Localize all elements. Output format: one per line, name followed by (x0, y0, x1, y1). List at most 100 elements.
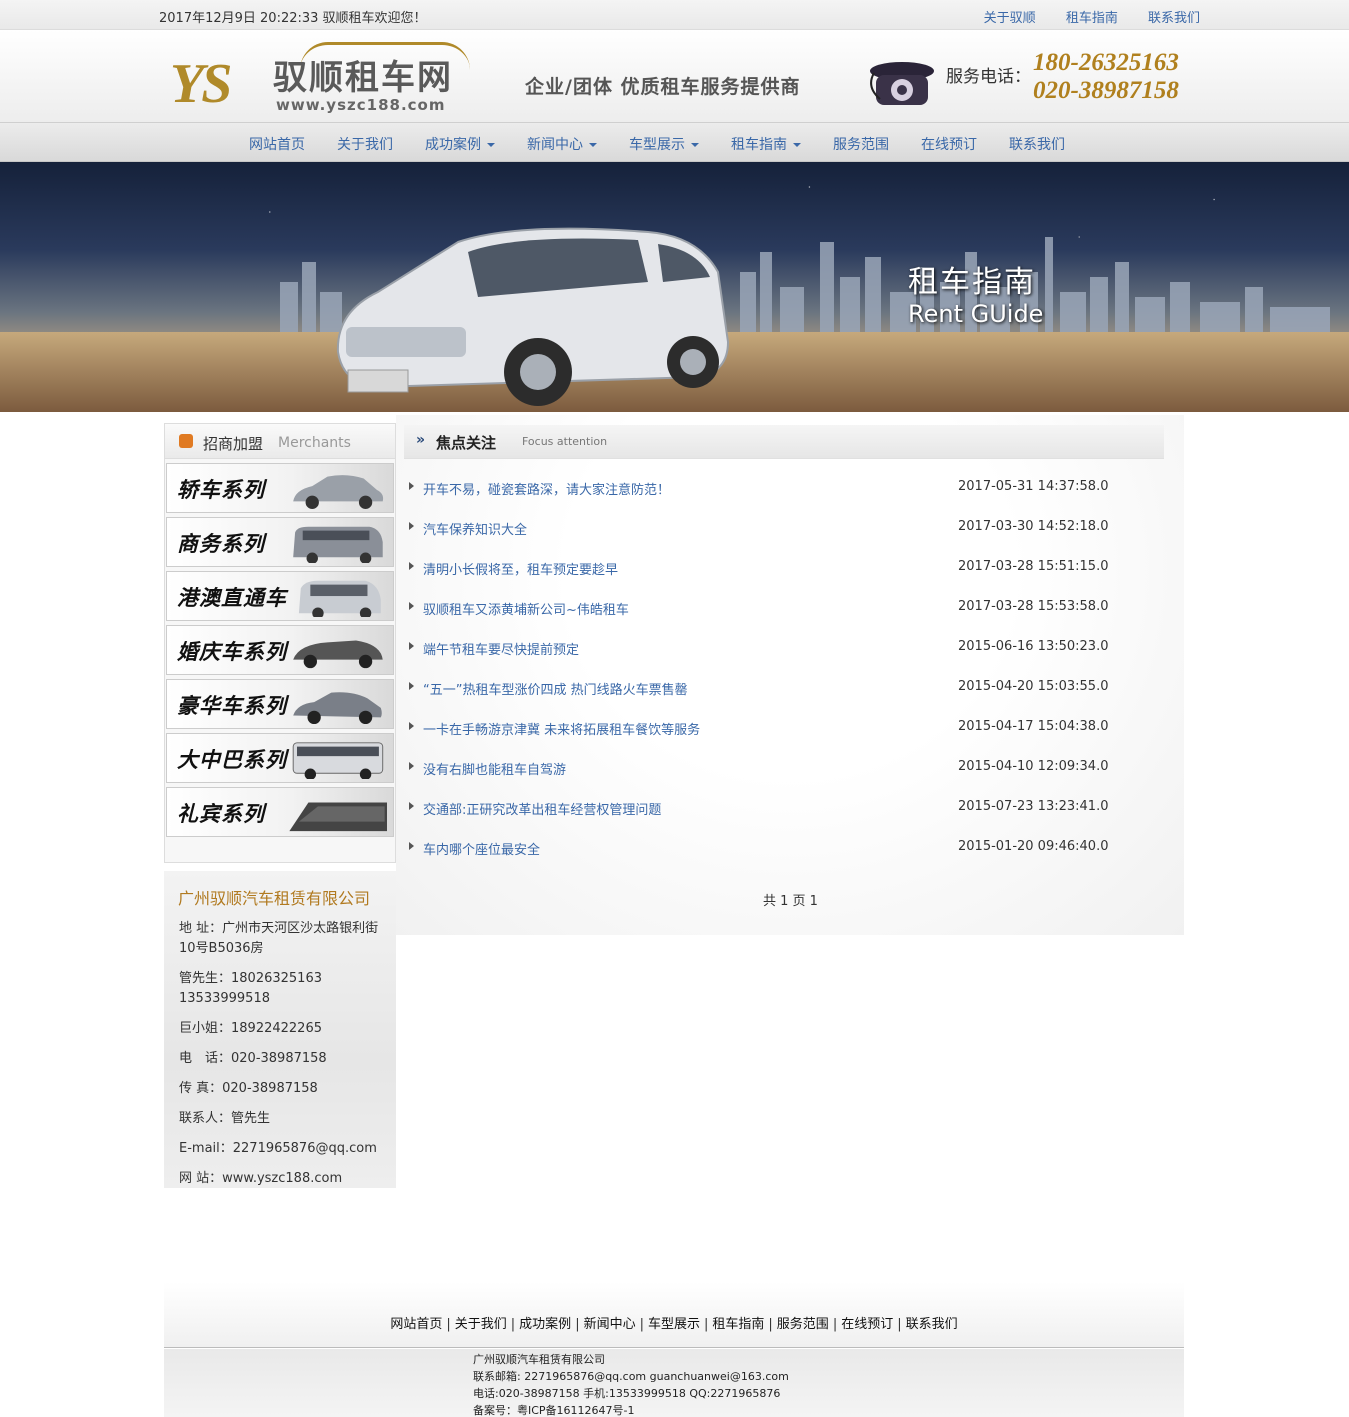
nav-item[interactable]: 租车指南 (731, 134, 801, 154)
footer-info-line: 联系邮箱: 2271965876@qq.com guanchuanwei@163… (473, 1370, 789, 1383)
news-title-link[interactable]: 一卡在手畅游京津冀 未来将拓展租车餐饮等服务 (423, 719, 700, 738)
nav-item-label: 租车指南 (731, 137, 787, 153)
contact-line: 电 话：020-38987158 (179, 1051, 327, 1066)
nav-item[interactable]: 在线预订 (921, 134, 977, 154)
footer-separator: | (639, 1317, 644, 1332)
triangle-bullet-icon (409, 522, 414, 530)
footer-link[interactable]: 关于我们 (455, 1317, 507, 1332)
triangle-bullet-icon (409, 482, 414, 490)
nav-item[interactable]: 服务范围 (833, 134, 889, 154)
contact-line: 网 站：www.yszc188.com (179, 1171, 343, 1186)
footer-link[interactable]: 服务范围 (777, 1317, 829, 1332)
nav-item[interactable]: 联系我们 (1009, 134, 1065, 154)
news-title-link[interactable]: 没有右脚也能租车自驾游 (423, 759, 566, 778)
telephone-icon (870, 62, 934, 105)
triangle-bullet-icon (409, 682, 414, 690)
site-header: YS 驭顺租车网 www.yszc188.com 企业/团体 优质租车服务提供商… (0, 30, 1349, 122)
nav-item[interactable]: 关于我们 (337, 134, 393, 154)
triangle-bullet-icon (409, 642, 414, 650)
news-date: 2017-03-30 14:52:18.0 (958, 519, 1109, 534)
site-logo[interactable]: YS 驭顺租车网 www.yszc188.com (170, 42, 470, 122)
news-list: 开车不易，碰瓷套路深，请大家注意防范！ 2017-05-31 14:37:58.0… (406, 468, 1166, 868)
top-link-about[interactable]: 关于驭顺 (984, 11, 1036, 26)
footer-separator: | (897, 1317, 902, 1332)
car-series-item[interactable]: 商务系列 (166, 517, 394, 567)
car-series-label: 礼宾系列 (177, 802, 265, 826)
footer-info-lines: 广州驭顺汽车租赁有限公司联系邮箱: 2271965876@qq.com guan… (473, 1351, 789, 1417)
contact-box: 广州驭顺汽车租赁有限公司 地 址：广州市天河区沙太路银利街10号B5036房 管先… (164, 871, 396, 1188)
news-title-link[interactable]: 清明小长假将至，租车预定要趁早 (423, 559, 618, 578)
news-title-link[interactable]: 端午节租车要尽快提前预定 (423, 639, 579, 658)
news-header: » 焦点关注 Focus attention (404, 425, 1164, 459)
car-thumbnail-image (292, 742, 384, 779)
nav-item-label: 新闻中心 (527, 137, 583, 153)
news-title-link[interactable]: 汽车保养知识大全 (423, 519, 527, 538)
chat-bubble-icon (179, 434, 193, 448)
car-series-label: 豪华车系列 (177, 694, 287, 718)
footer-link[interactable]: 新闻中心 (584, 1317, 636, 1332)
triangle-bullet-icon (409, 842, 414, 850)
triangle-bullet-icon (409, 802, 414, 810)
car-series-label: 大中巴系列 (177, 748, 287, 772)
nav-item[interactable]: 新闻中心 (527, 134, 597, 154)
car-series-label: 婚庆车系列 (177, 640, 287, 664)
car-series-item[interactable]: 轿车系列 (166, 463, 394, 513)
car-series-item[interactable]: 大中巴系列 (166, 733, 394, 783)
car-thumbnail-image (293, 640, 383, 669)
news-title-link[interactable]: “五一”热租车型涨价四成 热门线路火车票售罄 (423, 679, 688, 698)
news-title-link[interactable]: 车内哪个座位最安全 (423, 839, 540, 858)
welcome-text: 2017年12月9日 20:22:33 驭顺租车欢迎您！ (159, 11, 427, 26)
triangle-bullet-icon (409, 562, 414, 570)
footer-info-line: 广州驭顺汽车租赁有限公司 (473, 1353, 605, 1366)
footer-link[interactable]: 租车指南 (712, 1317, 764, 1332)
news-row: 一卡在手畅游京津冀 未来将拓展租车餐饮等服务 2015-04-17 15:04:3… (406, 708, 1166, 748)
nav-item[interactable]: 车型展示 (629, 134, 699, 154)
news-row: 驭顺租车又添黄埔新公司~伟皓租车 2017-03-28 15:53:58.0 (406, 588, 1166, 628)
news-date: 2015-06-16 13:50:23.0 (958, 639, 1109, 654)
news-row: 交通部:正研究改革出租车经营权管理问题 2015-07-23 13:23:41.0 (406, 788, 1166, 828)
car-series-label: 轿车系列 (177, 478, 265, 502)
contact-lines: 地 址：广州市天河区沙太路银利街10号B5036房 管先生：18026325163… (179, 919, 394, 1199)
phone-number-landline: 020-38987158 (1033, 77, 1179, 104)
news-subtitle: Focus attention (522, 435, 608, 448)
news-row: 清明小长假将至，租车预定要趁早 2017-03-28 15:51:15.0 (406, 548, 1166, 588)
van-image (336, 227, 730, 406)
nav-item-label: 在线预订 (921, 137, 977, 153)
news-row: 车内哪个座位最安全 2015-01-20 09:46:40.0 (406, 828, 1166, 868)
news-row: 开车不易，碰瓷套路深，请大家注意防范！ 2017-05-31 14:37:58.0 (406, 468, 1166, 508)
news-date: 2017-05-31 14:37:58.0 (958, 479, 1109, 494)
logo-mark: YS (170, 53, 232, 115)
nav-item-label: 车型展示 (629, 137, 685, 153)
car-thumbnail-image (293, 475, 384, 509)
logo-name: 驭顺租车网 (273, 58, 453, 98)
footer-link[interactable]: 车型展示 (648, 1317, 700, 1332)
car-series-item[interactable]: 港澳直通车 (166, 571, 394, 621)
contact-line: E-mail：2271965876@qq.com (179, 1141, 377, 1156)
news-title: 焦点关注 (436, 434, 497, 452)
triangle-bullet-icon (409, 762, 414, 770)
top-link-contact[interactable]: 联系我们 (1148, 11, 1200, 26)
banner-title: 租车指南 (908, 265, 1036, 300)
news-title-link[interactable]: 驭顺租车又添黄埔新公司~伟皓租车 (423, 599, 629, 618)
car-series-item[interactable]: 豪华车系列 (166, 679, 394, 729)
company-name: 广州驭顺汽车租赁有限公司 (178, 889, 371, 908)
car-series-item[interactable]: 礼宾系列 (166, 787, 394, 837)
footer-link[interactable]: 联系我们 (906, 1317, 958, 1332)
news-date: 2015-04-17 15:04:38.0 (958, 719, 1109, 734)
car-series-item[interactable]: 婚庆车系列 (166, 625, 394, 675)
nav-item[interactable]: 网站首页 (249, 134, 305, 154)
top-link-guide[interactable]: 租车指南 (1066, 11, 1118, 26)
sidebar-header: 招商加盟 Merchants (164, 423, 396, 459)
triangle-bullet-icon (409, 602, 414, 610)
news-date: 2017-03-28 15:53:58.0 (958, 599, 1109, 614)
nav-list: 网站首页 关于我们 成功案例 新闻中心 车型展示 租车指南 服务范围 在线预订 联系我们 (249, 134, 1097, 154)
footer-link[interactable]: 成功案例 (519, 1317, 571, 1332)
news-title-link[interactable]: 开车不易，碰瓷套路深，请大家注意防范！ (423, 479, 670, 498)
footer-link[interactable]: 在线预订 (841, 1317, 893, 1332)
car-series-list: 轿车系列商务系列 港澳直通车婚庆车系列豪华车系列大中巴系列礼宾系列 (164, 459, 396, 863)
footer-link[interactable]: 网站首页 (390, 1317, 442, 1332)
news-title-link[interactable]: 交通部:正研究改革出租车经营权管理问题 (423, 799, 661, 818)
nav-item[interactable]: 成功案例 (425, 134, 495, 154)
footer-separator: | (832, 1317, 838, 1332)
contact-line: 传 真：020-38987158 (179, 1081, 318, 1096)
